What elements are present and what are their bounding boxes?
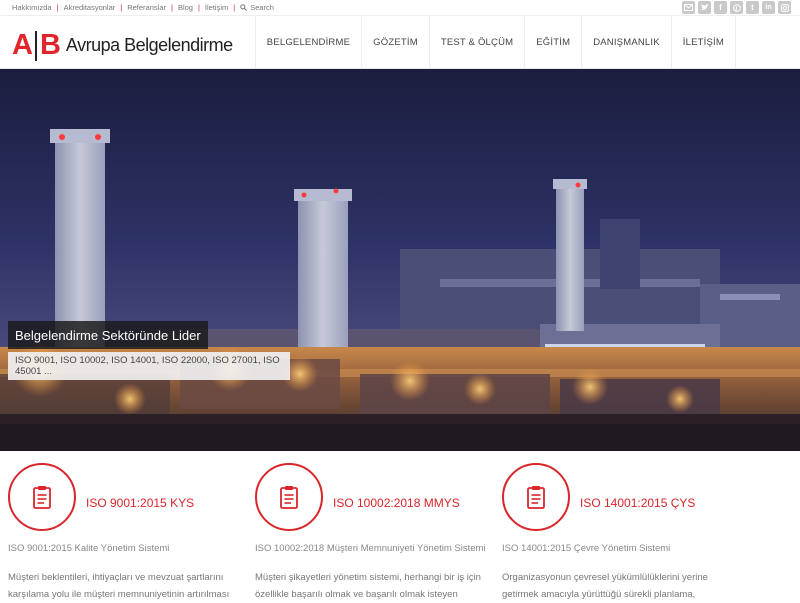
top-links: Hakkımızda | Akreditasyonlar | Referansl…	[12, 3, 274, 12]
nav-item-belgelendirme[interactable]: BELGELENDİRME	[254, 16, 361, 69]
top-link-blog[interactable]: Blog	[178, 3, 193, 12]
logo-name: Avrupa Belgelendirme	[65, 35, 233, 55]
nav-item-gozetim[interactable]: GÖZETİM	[361, 16, 429, 69]
nav-item-danismanlik[interactable]: DANIŞMANLIK	[581, 16, 671, 69]
main-nav: BELGELENDİRME GÖZETİM TEST & ÖLÇÜM EĞİTİ…	[254, 16, 736, 69]
top-link-referanslar[interactable]: Referanslar	[127, 3, 166, 12]
top-link-hakkimizda[interactable]: Hakkımızda	[12, 3, 52, 12]
top-link-akreditasyonlar[interactable]: Akreditasyonlar	[64, 3, 116, 12]
feature-title[interactable]: ISO 14001:2015 ÇYS	[580, 496, 695, 510]
feature-icon-circle[interactable]	[502, 463, 570, 531]
linkedin-icon[interactable]: in	[762, 1, 775, 14]
hero-image	[0, 69, 800, 451]
twitter-icon[interactable]	[698, 1, 711, 14]
nav-item-test-olcum[interactable]: TEST & ÖLÇÜM	[428, 16, 524, 69]
feature-title[interactable]: ISO 10002:2018 MMYS	[333, 496, 460, 510]
hero-slider[interactable]: Belgelendirme Sektöründe Lider ISO 9001,…	[0, 69, 800, 451]
feature-icon-circle[interactable]	[255, 463, 323, 531]
top-bar: Hakkımızda | Akreditasyonlar | Referansl…	[0, 0, 800, 15]
clipboard-icon	[280, 486, 298, 509]
clipboard-icon	[33, 486, 51, 509]
site-logo[interactable]: A B Avrupa Belgelendirme	[12, 29, 233, 62]
feature-subtitle: ISO 10002:2018 Müşteri Memnuniyeti Yönet…	[255, 543, 486, 554]
facebook-icon[interactable]: f	[714, 1, 727, 14]
nav-item-egitim[interactable]: EĞİTİM	[524, 16, 581, 69]
feature-subtitle: ISO 9001:2015 Kalite Yönetim Sistemi	[8, 543, 170, 554]
logo-mark: A B	[12, 29, 61, 61]
features-section: ISO 9001:2015 KYS ISO 9001:2015 Kalite Y…	[0, 451, 800, 600]
social-icons: f t in	[682, 1, 791, 14]
nav-item-iletisim[interactable]: İLETİŞİM	[670, 16, 736, 69]
mail-icon[interactable]	[682, 1, 695, 14]
site-header: A B Avrupa Belgelendirme BELGELENDİRME G…	[0, 15, 800, 69]
pinterest-icon[interactable]	[730, 1, 743, 14]
top-link-iletisim[interactable]: İletişim	[205, 3, 228, 12]
feature-description: Müşteri şikayetleri yönetim sistemi, her…	[255, 572, 481, 600]
search-link[interactable]: Search	[240, 3, 274, 12]
feature-icon-circle[interactable]	[8, 463, 76, 531]
hero-title: Belgelendirme Sektöründe Lider	[8, 321, 208, 349]
feature-description: Müşteri beklentileri, ihtiyaçları ve mev…	[8, 572, 230, 600]
feature-subtitle: ISO 14001:2015 Çevre Yönetim Sistemi	[502, 543, 671, 554]
feature-title[interactable]: ISO 9001:2015 KYS	[86, 496, 194, 510]
hero-subtitle: ISO 9001, ISO 10002, ISO 14001, ISO 2200…	[8, 352, 290, 380]
feature-description: Organizasyonun çevresel yükümlülüklerini…	[502, 572, 708, 600]
clipboard-icon	[527, 486, 545, 509]
instagram-icon[interactable]	[778, 1, 791, 14]
tumblr-icon[interactable]: t	[746, 1, 759, 14]
search-icon	[240, 4, 248, 11]
search-label: Search	[250, 3, 274, 12]
